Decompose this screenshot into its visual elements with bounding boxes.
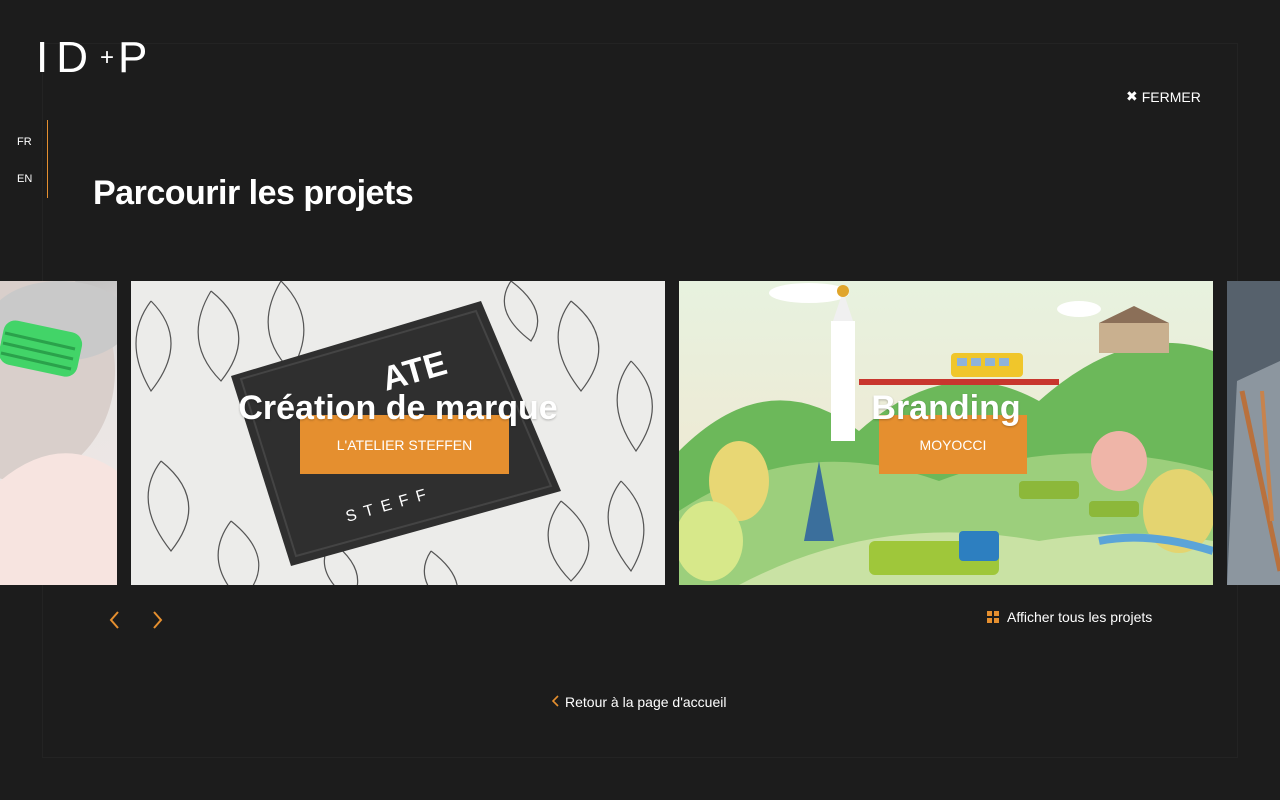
- logo[interactable]: ID + P: [36, 36, 155, 80]
- project-card-moyocci[interactable]: Branding MOYOCCI: [679, 281, 1213, 585]
- project-card-atelier-steffen[interactable]: ATE STEFF Création de marque L'ATELIER S…: [131, 281, 665, 585]
- chevron-left-icon[interactable]: [108, 610, 120, 636]
- back-home-link[interactable]: Retour à la page d'accueil: [551, 694, 727, 710]
- close-label: FERMER: [1141, 88, 1201, 105]
- project-category: Branding: [871, 389, 1021, 427]
- show-all-label: Afficher tous les projets: [1007, 609, 1153, 625]
- back-home-label: Retour à la page d'accueil: [565, 694, 727, 710]
- project-card-partial-right[interactable]: [1227, 281, 1280, 585]
- logo-part-id: ID: [36, 33, 96, 82]
- project-image-partial: [1227, 281, 1280, 585]
- language-switcher: FR EN: [0, 120, 48, 198]
- close-button[interactable]: ✖ FERMER: [1126, 88, 1201, 105]
- language-en[interactable]: EN: [17, 173, 32, 185]
- project-category: Création de marque: [238, 389, 558, 427]
- show-all-projects-link[interactable]: Afficher tous les projets: [987, 609, 1152, 625]
- project-image-portrait: [0, 281, 117, 585]
- chevron-right-icon[interactable]: [152, 610, 164, 636]
- logo-plus: +: [100, 44, 115, 71]
- close-icon: ✖: [1126, 88, 1138, 104]
- logo-part-p: P: [118, 33, 156, 82]
- grid-icon: [987, 611, 999, 623]
- page-title: Parcourir les projets: [93, 174, 414, 212]
- page: ID + P ✖ FERMER FR EN Parcourir les proj…: [0, 0, 1280, 800]
- project-card-partial-left[interactable]: [0, 281, 117, 585]
- carousel-nav: [108, 610, 164, 636]
- language-fr[interactable]: FR: [17, 136, 32, 148]
- chevron-left-icon: [551, 694, 559, 710]
